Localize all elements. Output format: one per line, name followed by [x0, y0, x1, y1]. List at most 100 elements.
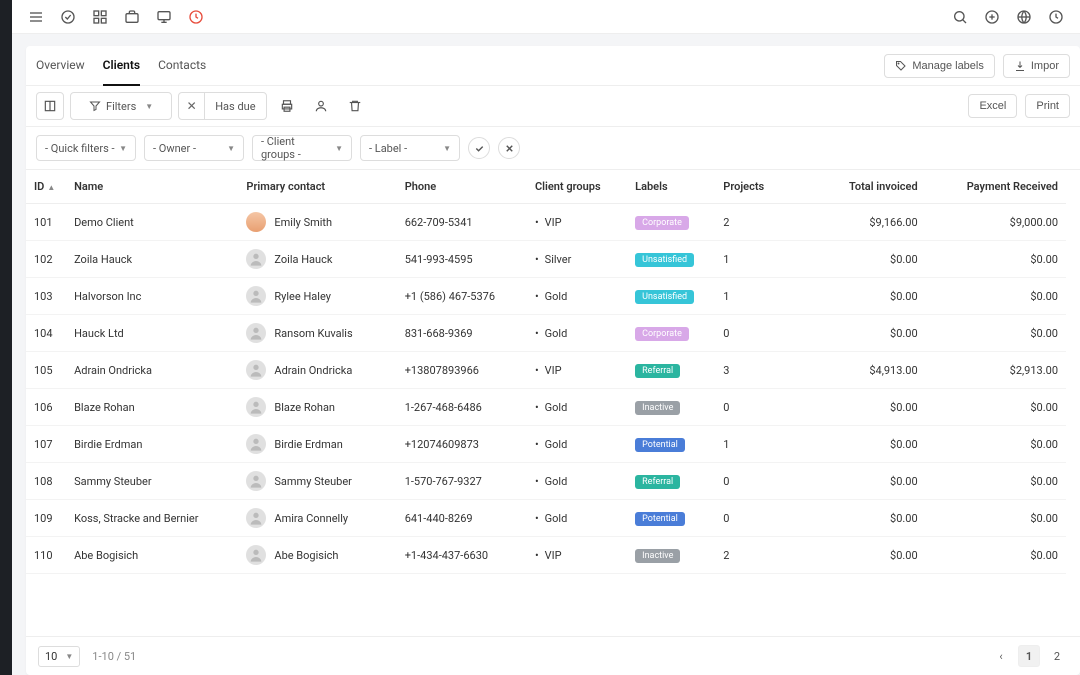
print-button[interactable]: Print [1025, 94, 1070, 118]
owner-dropdown[interactable]: - Owner -▼ [144, 135, 244, 161]
table-row[interactable]: 105Adrain OndrickaAdrain Ondricka+138078… [26, 352, 1066, 389]
import-label: Impor [1031, 60, 1059, 72]
cell-contact: Abe Bogisich [238, 537, 396, 574]
cell-id: 107 [26, 426, 66, 463]
cell-group: Silver [527, 241, 627, 278]
tab-clients[interactable]: Clients [103, 46, 140, 86]
col-phone[interactable]: Phone [397, 170, 527, 204]
cell-projects: 1 [715, 426, 785, 463]
columns-button[interactable] [36, 92, 64, 120]
cell-name: Hauck Ltd [66, 315, 238, 352]
check-circle-icon[interactable] [60, 9, 76, 25]
cell-payment: $0.00 [926, 241, 1066, 278]
import-button[interactable]: Impor [1003, 54, 1070, 78]
table-row[interactable]: 107Birdie ErdmanBirdie Erdman+1207460987… [26, 426, 1066, 463]
cell-label: Referral [627, 352, 715, 389]
chevron-down-icon: ▼ [65, 652, 73, 661]
user-icon-button[interactable] [307, 92, 335, 120]
globe-icon[interactable] [1016, 9, 1032, 25]
label-badge: Inactive [635, 401, 680, 415]
cell-name: Demo Client [66, 204, 238, 241]
prev-page-button[interactable]: ‹ [990, 645, 1012, 667]
page-size-value: 10 [45, 650, 57, 663]
table-row[interactable]: 101Demo ClientEmily Smith662-709-5341VIP… [26, 204, 1066, 241]
trash-icon-button[interactable] [341, 92, 369, 120]
label-dropdown[interactable]: - Label -▼ [360, 135, 460, 161]
quick-filters-dropdown[interactable]: - Quick filters - ▼ [36, 135, 136, 161]
clients-table: ID▲ Name Primary contact Phone Client gr… [26, 170, 1066, 574]
cell-label: Referral [627, 463, 715, 500]
history-icon[interactable] [1048, 9, 1064, 25]
cell-name: Blaze Rohan [66, 389, 238, 426]
client-groups-label: - Client groups - [261, 135, 331, 161]
menu-icon[interactable] [28, 9, 44, 25]
table-row[interactable]: 102Zoila HauckZoila Hauck541-993-4595Sil… [26, 241, 1066, 278]
excel-button[interactable]: Excel [968, 94, 1017, 118]
page-size-select[interactable]: 10 ▼ [38, 646, 80, 667]
tab-overview[interactable]: Overview [36, 46, 85, 85]
cell-payment: $9,000.00 [926, 204, 1066, 241]
cell-payment: $0.00 [926, 389, 1066, 426]
apply-filter-button[interactable] [468, 137, 490, 159]
table-row[interactable]: 103Halvorson IncRylee Haley+1 (586) 467-… [26, 278, 1066, 315]
print-icon-button[interactable] [273, 92, 301, 120]
manage-labels-button[interactable]: Manage labels [884, 54, 995, 78]
col-id[interactable]: ID▲ [26, 170, 66, 204]
grid-icon[interactable] [92, 9, 108, 25]
sort-asc-icon: ▲ [47, 183, 55, 192]
page-1-button[interactable]: 1 [1018, 645, 1040, 667]
col-payment[interactable]: Payment Received [926, 170, 1066, 204]
col-contact[interactable]: Primary contact [238, 170, 396, 204]
cell-projects: 1 [715, 278, 785, 315]
cell-label: Potential [627, 500, 715, 537]
page-2-button[interactable]: 2 [1046, 645, 1068, 667]
table-row[interactable]: 110Abe BogisichAbe Bogisich+1-434-437-66… [26, 537, 1066, 574]
clear-filter-button[interactable]: ✕ [179, 93, 205, 119]
cell-payment: $0.00 [926, 537, 1066, 574]
filters-button[interactable]: Filters ▼ [70, 92, 172, 120]
cell-contact: Ransom Kuvalis [238, 315, 396, 352]
cell-phone: +1-434-437-6630 [397, 537, 527, 574]
cell-name: Koss, Stracke and Bernier [66, 500, 238, 537]
table-row[interactable]: 106Blaze RohanBlaze Rohan1-267-468-6486G… [26, 389, 1066, 426]
cell-phone: +1 (586) 467-5376 [397, 278, 527, 315]
cell-invoiced: $4,913.00 [785, 352, 925, 389]
table-row[interactable]: 109Koss, Stracke and BernierAmira Connel… [26, 500, 1066, 537]
col-groups[interactable]: Client groups [527, 170, 627, 204]
cell-group: Gold [527, 389, 627, 426]
briefcase-icon[interactable] [124, 9, 140, 25]
cell-name: Adrain Ondricka [66, 352, 238, 389]
col-labels[interactable]: Labels [627, 170, 715, 204]
cell-invoiced: $0.00 [785, 463, 925, 500]
avatar [246, 434, 266, 454]
col-invoiced[interactable]: Total invoiced [785, 170, 925, 204]
col-name[interactable]: Name [66, 170, 238, 204]
cell-group: VIP [527, 352, 627, 389]
table-row[interactable]: 104Hauck LtdRansom Kuvalis831-668-9369Go… [26, 315, 1066, 352]
label-badge: Referral [635, 475, 680, 489]
tab-contacts[interactable]: Contacts [158, 46, 206, 85]
chevron-down-icon: ▼ [145, 102, 153, 111]
cell-group: Gold [527, 463, 627, 500]
search-icon[interactable] [952, 9, 968, 25]
quick-filters-label: - Quick filters - [45, 142, 115, 155]
avatar [246, 323, 266, 343]
plus-circle-icon[interactable] [984, 9, 1000, 25]
client-groups-dropdown[interactable]: - Client groups -▼ [252, 135, 352, 161]
clock-alert-icon[interactable] [188, 9, 204, 25]
cell-projects: 3 [715, 352, 785, 389]
chevron-down-icon: ▼ [119, 144, 127, 153]
cell-id: 109 [26, 500, 66, 537]
cell-label: Inactive [627, 537, 715, 574]
cell-id: 104 [26, 315, 66, 352]
monitor-icon[interactable] [156, 9, 172, 25]
clear-filters-button[interactable] [498, 137, 520, 159]
cell-label: Unsatisfied [627, 278, 715, 315]
table-row[interactable]: 108Sammy SteuberSammy Steuber1-570-767-9… [26, 463, 1066, 500]
cell-invoiced: $0.00 [785, 426, 925, 463]
cell-payment: $0.00 [926, 500, 1066, 537]
cell-name: Halvorson Inc [66, 278, 238, 315]
pager-info: 1-10 / 51 [92, 650, 136, 663]
col-projects[interactable]: Projects [715, 170, 785, 204]
cell-label: Inactive [627, 389, 715, 426]
